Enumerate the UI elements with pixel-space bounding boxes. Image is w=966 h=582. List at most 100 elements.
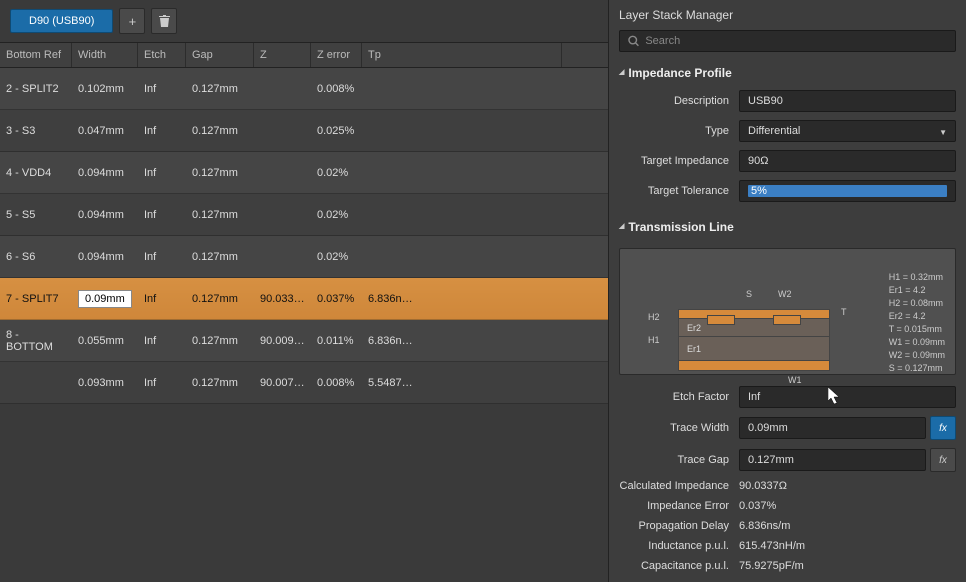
dim-h2: H2 — [648, 312, 660, 322]
value-prop-delay: 6.836ns/m — [739, 520, 956, 532]
cell-etch: Inf — [138, 335, 186, 347]
label-description: Description — [619, 95, 739, 107]
cell-gap: 0.127mm — [186, 335, 254, 347]
col-zerr[interactable]: Z error — [311, 43, 362, 67]
diagram-values: H1 = 0.32mmEr1 = 4.2H2 = 0.08mmEr2 = 4.2… — [889, 271, 945, 375]
value-inductance: 615.473nH/m — [739, 540, 956, 552]
col-gap[interactable]: Gap — [186, 43, 254, 67]
cell-zerr: 0.008% — [311, 83, 362, 95]
cell-etch: Inf — [138, 167, 186, 179]
cell-bottom-ref: 7 - SPLIT7 — [0, 293, 72, 305]
add-profile-button[interactable]: + — [119, 8, 145, 34]
input-description[interactable] — [739, 90, 956, 112]
label-trace-gap: Trace Gap — [619, 454, 739, 466]
input-trace-width[interactable] — [739, 417, 926, 439]
dim-w1: W1 — [788, 375, 802, 385]
cell-zerr: 0.02% — [311, 209, 362, 221]
input-target-tolerance[interactable] — [739, 180, 956, 202]
fx-trace-gap[interactable]: fx — [930, 448, 956, 472]
cell-gap: 0.127mm — [186, 251, 254, 263]
table-row[interactable]: 7 - SPLIT70.09mmInf0.127mm90.033…0.037%6… — [0, 278, 608, 320]
input-trace-gap[interactable] — [739, 449, 926, 471]
table-row[interactable]: 8 - BOTTOM0.055mmInf0.127mm90.009…0.011%… — [0, 320, 608, 362]
cell-width: 0.093mm — [72, 377, 138, 389]
cell-tp: 5.5487… — [362, 377, 562, 389]
layer-er1: Er1 — [678, 337, 830, 361]
profiles-tab-bar: D90 (USB90) + — [0, 0, 608, 42]
cell-width: 0.094mm — [72, 209, 138, 221]
label-impedance-error: Impedance Error — [619, 500, 739, 512]
value-calc-impedance: 90.0337Ω — [739, 480, 956, 492]
table-row[interactable]: 5 - S50.094mmInf0.127mm0.02% — [0, 194, 608, 236]
col-tp[interactable]: Tp — [362, 43, 562, 67]
cell-gap: 0.127mm — [186, 293, 254, 305]
input-etch-factor[interactable] — [739, 386, 956, 408]
cell-bottom-ref: 3 - S3 — [0, 125, 72, 137]
col-z[interactable]: Z — [254, 43, 311, 67]
table-row[interactable]: 2 - SPLIT20.102mmInf0.127mm 0.008% — [0, 68, 608, 110]
cell-gap: 0.127mm — [186, 125, 254, 137]
trash-icon — [159, 15, 170, 27]
cell-etch: Inf — [138, 83, 186, 95]
cell-zerr: 0.02% — [311, 167, 362, 179]
cell-z: 90.007… — [254, 377, 311, 389]
cell-width[interactable]: 0.09mm — [72, 293, 138, 305]
cell-zerr: 0.037% — [311, 293, 362, 305]
label-inductance: Inductance p.u.l. — [619, 540, 739, 552]
search-box[interactable] — [619, 30, 956, 52]
profile-tab-active[interactable]: D90 (USB90) — [10, 9, 113, 33]
cell-width: 0.102mm — [72, 83, 138, 95]
cell-gap: 0.127mm — [186, 167, 254, 179]
select-type[interactable]: Differential — [739, 120, 956, 142]
dim-s: S — [746, 289, 752, 299]
search-input[interactable] — [645, 35, 947, 47]
value-capacitance: 75.9275pF/m — [739, 560, 956, 572]
cell-gap: 0.127mm — [186, 83, 254, 95]
cell-zerr: 0.011% — [311, 335, 362, 347]
cell-zerr: 0.02% — [311, 251, 362, 263]
cell-gap: 0.127mm — [186, 377, 254, 389]
grid-header: Bottom Ref Width Etch Gap Z Z error Tp — [0, 42, 608, 68]
dim-t: T — [841, 307, 847, 317]
cell-width: 0.055mm — [72, 335, 138, 347]
cell-etch: Inf — [138, 209, 186, 221]
value-impedance-error: 0.037% — [739, 500, 956, 512]
fx-trace-width[interactable]: fx — [930, 416, 956, 440]
label-etch-factor: Etch Factor — [619, 391, 739, 403]
cell-width: 0.047mm — [72, 125, 138, 137]
table-row[interactable]: 3 - S30.047mmInf0.127mm 0.025% — [0, 110, 608, 152]
cell-etch: Inf — [138, 251, 186, 263]
cell-bottom-ref: 4 - VDD4 — [0, 167, 72, 179]
cell-zerr: 0.008% — [311, 377, 362, 389]
table-row[interactable]: 0.093mmInf0.127mm90.007…0.008%5.5487… — [0, 362, 608, 404]
label-type: Type — [619, 125, 739, 137]
label-trace-width: Trace Width — [619, 422, 739, 434]
cell-bottom-ref: 6 - S6 — [0, 251, 72, 263]
search-icon — [628, 35, 639, 47]
dim-h1: H1 — [648, 335, 660, 345]
cell-width: 0.094mm — [72, 167, 138, 179]
cell-etch: Inf — [138, 377, 186, 389]
table-row[interactable]: 4 - VDD40.094mmInf0.127mm 0.02% — [0, 152, 608, 194]
delete-profile-button[interactable] — [151, 8, 177, 34]
cell-bottom-ref: 8 - BOTTOM — [0, 329, 72, 353]
input-target-impedance[interactable] — [739, 150, 956, 172]
label-prop-delay: Propagation Delay — [619, 520, 739, 532]
cell-bottom-ref: 2 - SPLIT2 — [0, 83, 72, 95]
section-impedance-profile[interactable]: Impedance Profile — [619, 66, 956, 80]
layer-er2: Er2 — [678, 319, 830, 337]
grid-body[interactable]: 2 - SPLIT20.102mmInf0.127mm0.008%3 - S30… — [0, 68, 608, 582]
label-calc-impedance: Calculated Impedance — [619, 480, 739, 492]
label-target-tolerance: Target Tolerance — [619, 185, 739, 197]
section-transmission-line[interactable]: Transmission Line — [619, 220, 956, 234]
col-etch[interactable]: Etch — [138, 43, 186, 67]
label-capacitance: Capacitance p.u.l. — [619, 560, 739, 572]
cell-tp: 6.836n… — [362, 293, 562, 305]
cell-z: 90.009… — [254, 335, 311, 347]
col-bottom-ref[interactable]: Bottom Ref — [0, 43, 72, 67]
cell-etch: Inf — [138, 125, 186, 137]
table-row[interactable]: 6 - S60.094mmInf0.127mm0.02% — [0, 236, 608, 278]
dim-w2: W2 — [778, 289, 792, 299]
col-width[interactable]: Width — [72, 43, 138, 67]
cell-zerr: 0.025% — [311, 125, 362, 137]
